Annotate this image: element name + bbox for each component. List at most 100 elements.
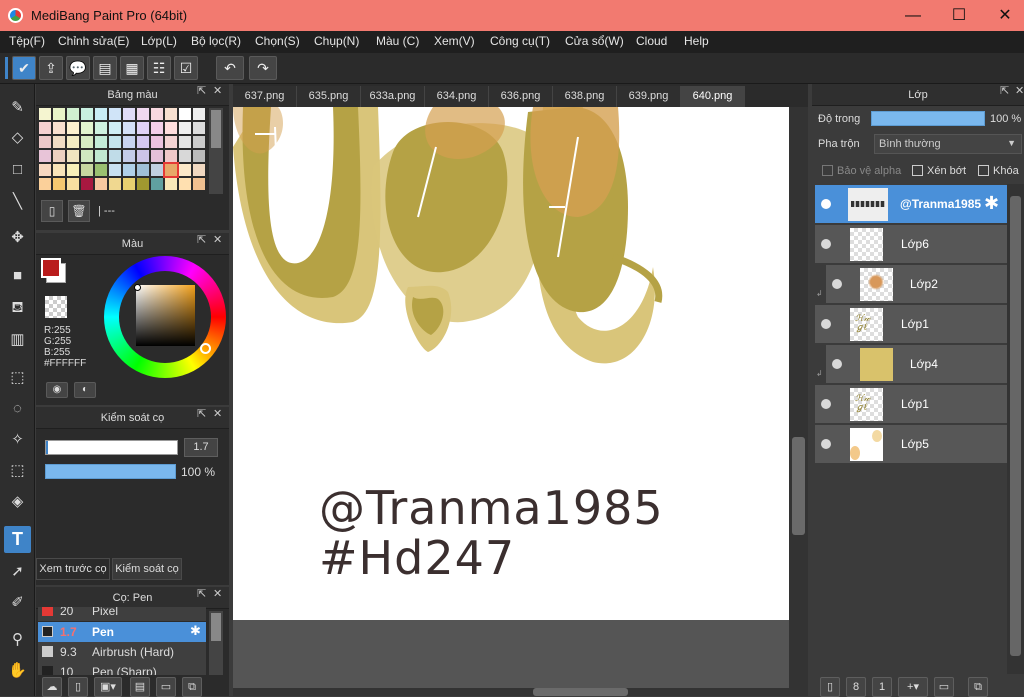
select-pen-tool-icon[interactable]: ⬚ <box>4 457 31 484</box>
tab-brush-preview[interactable]: Xem trước cọ <box>36 558 110 580</box>
canvas-horizontal-scrollbar[interactable] <box>233 688 808 696</box>
menu-help[interactable]: Help <box>684 34 709 48</box>
blend-mode-select[interactable]: Bình thường ▼ <box>874 134 1022 154</box>
palette-swatch[interactable] <box>165 150 177 162</box>
text-tool-icon[interactable]: T <box>4 526 31 553</box>
palette-swatch[interactable] <box>123 164 135 176</box>
palette-scrollbar[interactable] <box>209 108 223 194</box>
palette-swatch[interactable] <box>123 178 135 190</box>
checklist-icon[interactable]: ☑ <box>174 56 198 80</box>
gear-icon[interactable]: ✱ <box>190 623 201 639</box>
palette-swatch[interactable] <box>123 122 135 134</box>
menu-layer[interactable]: Lớp(L) <box>141 34 177 48</box>
palette-swatch[interactable] <box>123 136 135 148</box>
lasso-tool-icon[interactable]: ◌ <box>4 395 31 422</box>
tab-document[interactable]: 639.png <box>617 86 681 107</box>
brush-opacity-slider[interactable] <box>45 464 176 479</box>
palette-swatch[interactable] <box>109 178 121 190</box>
palette-swatch[interactable] <box>81 122 93 134</box>
layer-opacity-slider[interactable] <box>871 111 985 126</box>
palette-swatch[interactable] <box>109 122 121 134</box>
palette-swatch[interactable] <box>95 164 107 176</box>
menu-tools[interactable]: Công cụ(T) <box>490 34 550 48</box>
select-rect-tool-icon[interactable]: ⬚ <box>4 364 31 391</box>
palette-swatch[interactable] <box>193 136 205 148</box>
eyedropper-tool-icon[interactable]: ⚲ <box>4 626 31 653</box>
palette-swatch[interactable] <box>179 178 191 190</box>
palette-swatch[interactable] <box>151 178 163 190</box>
palette-swatch[interactable] <box>165 108 177 120</box>
select-eraser-tool-icon[interactable]: ◈ <box>4 488 31 515</box>
palette-swatch[interactable] <box>137 122 149 134</box>
share-icon[interactable]: ⇪ <box>39 56 63 80</box>
palette-swatch[interactable] <box>179 108 191 120</box>
palette-swatch[interactable] <box>123 150 135 162</box>
close-panel-icon[interactable]: ✕ <box>213 587 222 600</box>
palette-swatch[interactable] <box>109 150 121 162</box>
palette-swatch[interactable] <box>109 136 121 148</box>
magic-wand-tool-icon[interactable]: ✧ <box>4 426 31 453</box>
menu-select[interactable]: Chọn(S) <box>255 34 300 48</box>
tab-document[interactable]: 637.png <box>233 86 297 107</box>
hand-tool-icon[interactable]: ✋ <box>4 657 31 684</box>
palette-swatch[interactable] <box>179 122 191 134</box>
palette-swatch[interactable] <box>81 164 93 176</box>
menu-window[interactable]: Cửa sổ(W) <box>565 34 624 48</box>
palette-swatch[interactable] <box>151 136 163 148</box>
brush-item-selected[interactable]: 1.7 Pen ✱ <box>38 622 206 642</box>
expand-icon[interactable]: ⇱ <box>197 84 206 97</box>
brush-tool-icon[interactable]: ✎ <box>4 94 31 121</box>
palette-swatch[interactable] <box>193 178 205 190</box>
palette-swatch[interactable] <box>193 108 205 120</box>
list-icon[interactable]: ☷ <box>147 56 171 80</box>
palette-swatch[interactable] <box>81 108 93 120</box>
brush-item[interactable]: 9.3 Airbrush (Hard) <box>38 642 206 662</box>
layer-row-selected[interactable]: @Tranma1985 ✱ <box>815 185 1007 224</box>
gear-icon[interactable]: ✱ <box>984 193 999 214</box>
expand-icon[interactable]: ⇱ <box>197 587 206 600</box>
brush-size-value[interactable]: 1.7 <box>184 438 218 457</box>
new-brush-icon[interactable]: ▯ <box>68 677 88 697</box>
palette-swatch[interactable] <box>53 108 65 120</box>
tab-document[interactable]: 633a.png <box>361 86 425 107</box>
palette-swatch[interactable] <box>95 150 107 162</box>
comment-icon[interactable]: 💬 <box>66 56 90 80</box>
duplicate-layer-icon[interactable]: ⧉ <box>968 677 988 697</box>
saturation-square[interactable] <box>136 285 195 346</box>
layer-row[interactable]: Lớp6 <box>815 225 1007 264</box>
palette-swatch[interactable] <box>67 150 79 162</box>
layer-row[interactable]: ℋ𝓌 ℊℓ Lớp1 <box>815 385 1007 424</box>
palette-swatch[interactable] <box>39 164 51 176</box>
palette-swatch[interactable] <box>53 164 65 176</box>
palette-swatch[interactable] <box>39 150 51 162</box>
palette-swatch[interactable] <box>193 164 205 176</box>
close-panel-icon[interactable]: ✕ <box>213 84 222 97</box>
layer-row[interactable]: Lớp4 <box>826 345 1007 384</box>
tab-document[interactable]: 635.png <box>297 86 361 107</box>
canvas-vertical-scrollbar[interactable] <box>789 107 808 688</box>
close-panel-icon[interactable]: ✕ <box>213 407 222 420</box>
brush-size-slider[interactable] <box>45 440 178 455</box>
palette-swatch[interactable] <box>39 136 51 148</box>
divide-tool-icon[interactable]: ✐ <box>4 589 31 616</box>
new-palette-icon[interactable]: ▯ <box>41 200 63 222</box>
palette-swatch[interactable] <box>137 108 149 120</box>
palette-swatch[interactable] <box>67 122 79 134</box>
color-picker-icon[interactable]: ◐ <box>74 382 96 398</box>
palette-swatch[interactable] <box>67 164 79 176</box>
palette-swatch[interactable] <box>165 122 177 134</box>
visibility-eye-icon[interactable] <box>821 199 831 209</box>
palette-swatch[interactable] <box>95 108 107 120</box>
palette-swatch[interactable] <box>137 178 149 190</box>
palette-swatch[interactable] <box>179 136 191 148</box>
palette-swatch[interactable] <box>39 178 51 190</box>
redo-icon[interactable]: ↷ <box>249 56 277 80</box>
1bit-layer-icon[interactable]: 1 <box>872 677 892 697</box>
close-button[interactable]: ✕ <box>982 0 1024 31</box>
document-icon[interactable]: ▦ <box>120 56 144 80</box>
folder-icon[interactable]: ▭ <box>934 677 954 697</box>
palette-swatch[interactable] <box>39 122 51 134</box>
protect-alpha-checkbox[interactable]: Bảo vệ alpha <box>822 165 901 177</box>
tab-document[interactable]: 634.png <box>425 86 489 107</box>
duplicate-icon[interactable]: ⧉ <box>182 677 202 697</box>
